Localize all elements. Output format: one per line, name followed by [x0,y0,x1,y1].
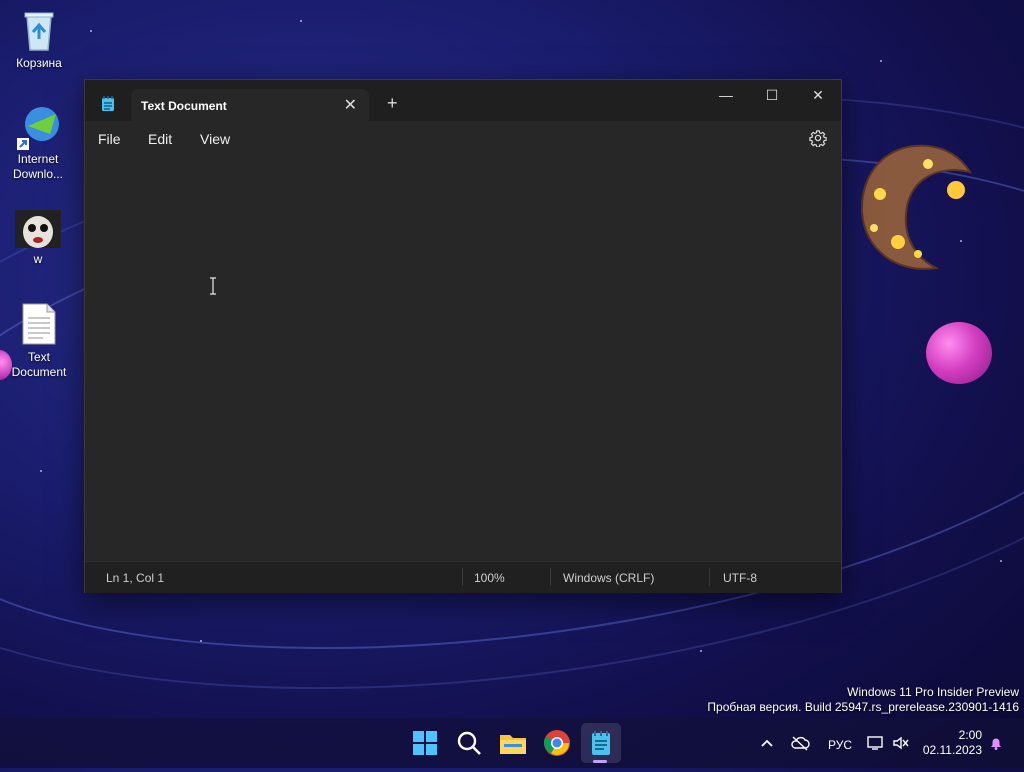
minimize-button[interactable]: — [703,80,749,110]
maximize-button[interactable]: ☐ [749,80,795,110]
watermark-edition: Windows 11 Pro Insider Preview [847,685,1019,699]
star [40,470,42,472]
recycle-bin-icon [17,8,61,52]
star [200,640,202,642]
crescent-planet-image [860,144,973,270]
tab-title: Text Document [141,99,227,113]
menu-bar: File Edit View [85,121,841,155]
desktop-icon-label: Internet Downlo... [12,152,64,181]
desktop-icon-label: Корзина [16,56,62,70]
file-explorer-icon[interactable] [498,728,528,758]
star [700,650,702,652]
star [90,30,92,32]
volume-muted-icon[interactable] [892,735,910,751]
close-button[interactable]: ✕ [795,80,841,110]
settings-gear-icon[interactable] [809,129,827,147]
desktop-icon-text-document[interactable]: Text Document [1,302,77,380]
search-icon[interactable] [454,728,484,758]
windows-watermark: Windows 11 Pro Insider Preview Пробная в… [707,685,1019,715]
new-tab-button[interactable]: + [387,94,398,112]
watermark-build: Пробная версия. Build 25947.rs_prereleas… [707,700,1019,714]
status-bar: Ln 1, Col 1 100% Windows (CRLF) UTF-8 [85,561,841,593]
desktop-icon-internet-download-manager[interactable]: Internet Downlo... [0,104,76,182]
taskbar: РУС 2:00 02.11.2023 [0,718,1024,768]
menu-file[interactable]: File [98,131,121,147]
chevron-up-icon[interactable] [760,737,774,749]
status-divider [550,568,551,586]
network-icon[interactable] [866,735,884,751]
notepad-app-icon [102,96,114,111]
text-editor-area[interactable] [85,155,841,559]
clock-date: 02.11.2023 [922,743,982,757]
status-divider [462,568,463,586]
notepad-taskbar-icon[interactable] [586,728,616,758]
tab-text-document[interactable]: Text Document ✕ [131,89,369,121]
encoding[interactable]: UTF-8 [723,571,757,585]
menu-view[interactable]: View [200,131,230,147]
notification-bell-icon[interactable] [988,735,1004,751]
pink-planet-image [926,322,992,384]
chrome-browser-icon[interactable] [542,728,572,758]
line-ending[interactable]: Windows (CRLF) [563,571,654,585]
cursor-position: Ln 1, Col 1 [106,571,165,585]
onedrive-offline-icon[interactable] [790,735,810,751]
menu-edit[interactable]: Edit [148,131,172,147]
desktop-icon-label: Text Document [11,350,67,379]
start-windows-icon[interactable] [410,728,440,758]
language-indicator[interactable]: РУС [828,738,852,752]
tab-close-icon[interactable]: ✕ [344,95,357,115]
zoom-level[interactable]: 100% [474,571,505,585]
star [880,60,882,62]
desktop-icon-w[interactable]: w [0,210,76,267]
text-file-icon [17,302,61,346]
desktop-icon-recycle-bin[interactable]: Корзина [1,8,77,71]
notepad-window: Text Document ✕ + — ☐ ✕ File Edit View L… [84,79,842,593]
system-clock[interactable]: 2:00 02.11.2023 [923,728,982,758]
desktop-icon-label: w [33,252,43,266]
download-manager-icon [16,104,60,150]
star [300,20,302,22]
text-cursor-icon [210,277,216,295]
image-file-icon [15,210,61,248]
active-app-indicator [593,760,607,763]
clock-time: 2:00 [958,728,982,742]
title-bar[interactable]: Text Document ✕ + — ☐ ✕ [85,80,841,121]
status-divider [709,568,710,586]
star [1000,560,1002,562]
